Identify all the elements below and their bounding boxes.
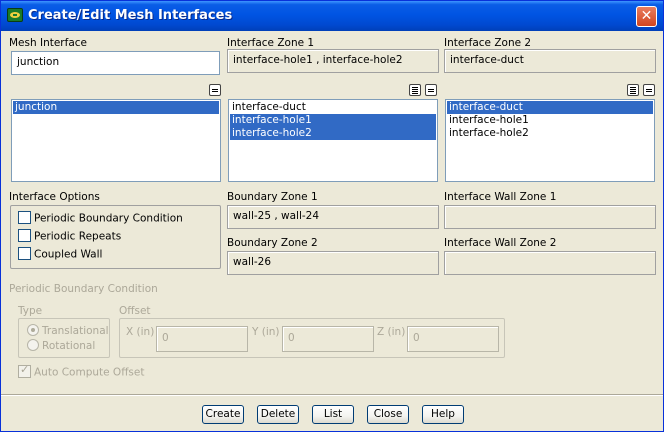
- boundary-zone-2-field: wall-26: [227, 251, 439, 275]
- dialog-window: Create/Edit Mesh Interfaces ✕ Mesh Inter…: [0, 0, 664, 432]
- zone-1-select-all-icon[interactable]: [409, 84, 421, 96]
- zone-2-select-all-icon[interactable]: [627, 84, 639, 96]
- periodic-repeats-checkbox[interactable]: [18, 229, 31, 242]
- x-offset-input[interactable]: 0: [156, 326, 248, 352]
- translational-label: Translational: [42, 325, 109, 337]
- title-bar[interactable]: Create/Edit Mesh Interfaces ✕: [1, 1, 663, 31]
- list-item[interactable]: interface-hole2: [230, 127, 436, 140]
- mesh-interface-label: Mesh Interface: [9, 37, 87, 49]
- interface-zone-2-field: interface-duct: [444, 49, 656, 73]
- boundary-zone-1-label: Boundary Zone 1: [227, 191, 318, 203]
- interface-wall-zone-1-label: Interface Wall Zone 1: [444, 191, 557, 203]
- translational-radio-row[interactable]: Translational: [27, 324, 109, 339]
- list-item[interactable]: interface-duct: [447, 101, 653, 114]
- y-offset-label: Y (in): [252, 326, 280, 338]
- mesh-interface-list[interactable]: junction: [11, 99, 221, 182]
- y-offset-input[interactable]: 0: [282, 326, 374, 352]
- zone-1-deselect-all-icon[interactable]: [425, 84, 437, 96]
- delete-button[interactable]: Delete: [257, 405, 299, 424]
- interface-zone-1-field: interface-hole1 , interface-hole2: [227, 49, 439, 73]
- periodic-repeats-checkbox-row[interactable]: Periodic Repeats: [18, 229, 122, 244]
- help-button[interactable]: Help: [422, 405, 464, 424]
- type-label: Type: [18, 305, 43, 317]
- interface-zone-1-label: Interface Zone 1: [227, 37, 315, 49]
- list-item[interactable]: interface-duct: [230, 101, 436, 114]
- boundary-zone-2-label: Boundary Zone 2: [227, 237, 318, 249]
- periodic-bc-section-label: Periodic Boundary Condition: [9, 283, 158, 295]
- rotational-radio-row[interactable]: Rotational: [27, 339, 96, 354]
- auto-compute-offset-checkbox[interactable]: [18, 363, 31, 378]
- interface-options-label: Interface Options: [9, 191, 100, 203]
- x-offset-label: X (in): [126, 326, 155, 338]
- coupled-wall-checkbox[interactable]: [18, 247, 31, 260]
- rotational-label: Rotational: [42, 340, 96, 352]
- app-icon: [7, 8, 23, 22]
- interface-wall-zone-1-field: [444, 205, 656, 229]
- periodic-bc-checkbox-row[interactable]: Periodic Boundary Condition: [18, 211, 183, 226]
- periodic-repeats-label: Periodic Repeats: [34, 230, 122, 243]
- interface-zone-2-label: Interface Zone 2: [444, 37, 532, 49]
- list-item[interactable]: interface-hole2: [447, 127, 653, 140]
- coupled-wall-label: Coupled Wall: [34, 248, 103, 261]
- window-title: Create/Edit Mesh Interfaces: [28, 8, 233, 23]
- zone-2-deselect-all-icon[interactable]: [643, 84, 655, 96]
- interface-zone-1-list[interactable]: interface-duct interface-hole1 interface…: [228, 99, 438, 182]
- boundary-zone-1-field: wall-25 , wall-24: [227, 205, 439, 229]
- close-icon: ✕: [640, 8, 653, 24]
- list-item[interactable]: interface-hole1: [447, 114, 653, 127]
- z-offset-label: Z (in): [377, 326, 406, 338]
- close-window-button[interactable]: ✕: [636, 6, 657, 27]
- separator: [1, 394, 663, 396]
- offset-label: Offset: [119, 305, 151, 317]
- mesh-interface-input[interactable]: junction: [11, 51, 220, 75]
- auto-compute-offset-row[interactable]: Auto Compute Offset: [18, 363, 145, 380]
- interface-wall-zone-2-field: [444, 251, 656, 275]
- z-offset-input[interactable]: 0: [407, 326, 499, 352]
- list-item[interactable]: junction: [13, 101, 219, 114]
- mesh-interface-deselect-all-icon[interactable]: [209, 84, 221, 96]
- create-button[interactable]: Create: [202, 405, 244, 424]
- periodic-bc-checkbox[interactable]: [18, 211, 31, 224]
- interface-wall-zone-2-label: Interface Wall Zone 2: [444, 237, 557, 249]
- auto-compute-offset-label: Auto Compute Offset: [34, 366, 145, 379]
- list-button[interactable]: List: [312, 405, 354, 424]
- close-button[interactable]: Close: [367, 405, 409, 424]
- rotational-radio[interactable]: [27, 339, 39, 351]
- interface-zone-2-list[interactable]: interface-duct interface-hole1 interface…: [445, 99, 655, 182]
- translational-radio[interactable]: [27, 324, 39, 336]
- periodic-bc-label: Periodic Boundary Condition: [34, 212, 183, 225]
- coupled-wall-checkbox-row[interactable]: Coupled Wall: [18, 247, 103, 262]
- list-item[interactable]: interface-hole1: [230, 114, 436, 127]
